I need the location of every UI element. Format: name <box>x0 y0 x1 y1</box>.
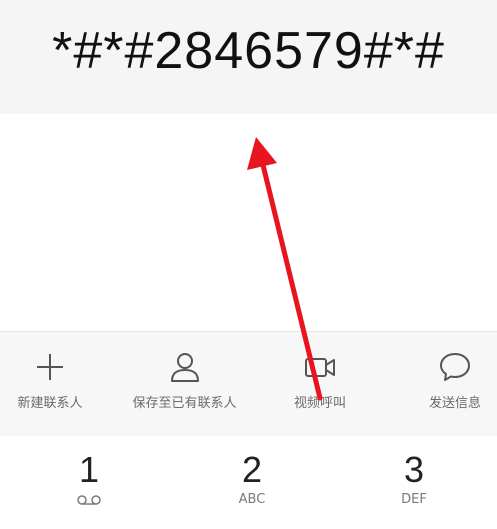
keypad: 1 2 ABC 3 DEF <box>0 436 497 529</box>
send-message-label: 发送信息 <box>428 396 481 411</box>
video-call-button[interactable]: 视频呼叫 <box>270 332 370 436</box>
plus-icon <box>37 354 63 380</box>
dialed-number[interactable]: *#*#2846579#*# <box>0 16 497 86</box>
suggestion-area <box>0 114 497 332</box>
new-contact-label: 新建联系人 <box>17 396 83 411</box>
video-call-label: 视频呼叫 <box>293 396 346 411</box>
key-1[interactable]: 1 <box>29 436 149 529</box>
key-3-digit: 3 <box>403 449 425 490</box>
voicemail-icon <box>77 495 101 505</box>
key-2[interactable]: 2 ABC <box>192 436 312 529</box>
save-to-existing-contact-label: 保存至已有联系人 <box>132 396 237 411</box>
video-camera-icon <box>305 358 335 377</box>
send-message-button[interactable]: 发送信息 <box>405 332 497 436</box>
key-1-digit: 1 <box>78 449 100 490</box>
key-3[interactable]: 3 DEF <box>354 436 474 529</box>
dial-display: *#*#2846579#*# <box>0 0 497 114</box>
key-3-letters: DEF <box>401 492 427 507</box>
save-to-existing-contact-button[interactable]: 保存至已有联系人 <box>112 332 257 436</box>
action-bar: 新建联系人 保存至已有联系人 视频呼叫 发送信息 <box>0 331 497 437</box>
new-contact-button[interactable]: 新建联系人 <box>0 332 100 436</box>
message-bubble-icon <box>440 353 470 381</box>
key-2-letters: ABC <box>238 492 266 507</box>
person-icon <box>170 353 199 382</box>
key-2-digit: 2 <box>241 449 263 490</box>
